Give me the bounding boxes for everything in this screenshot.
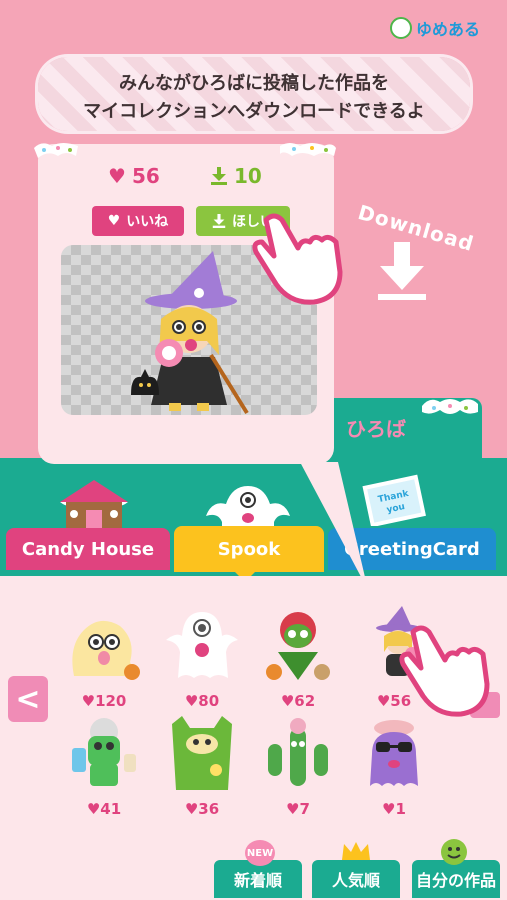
gallery-item[interactable]: ♥80: [154, 606, 250, 716]
like-count: 56: [131, 164, 160, 188]
download-count-stat: 10: [210, 164, 262, 188]
card-snow-left-decoration: [34, 143, 78, 158]
likes-count: 1: [395, 800, 406, 818]
gallery-likes: ♥120: [56, 692, 152, 710]
heart-icon: ♥: [382, 800, 396, 818]
heart-icon: ♥: [280, 692, 295, 710]
pointing-hand-icon: [399, 625, 490, 717]
heart-icon: ♥: [86, 800, 101, 818]
screen: ゆめある みんながひろばに投稿した作品を マイコレクションへダウンロードできるよ…: [0, 0, 507, 900]
likes-count: 41: [100, 800, 122, 818]
heart-icon: ♥: [376, 692, 391, 710]
white-ghost-icon: [166, 612, 238, 678]
green-cat-icon: [172, 716, 232, 790]
candy-house-art: [60, 480, 128, 534]
cactus-monster-icon: [268, 718, 328, 786]
download-arrow-icon: [378, 242, 426, 300]
gallery-item[interactable]: ♥62: [250, 606, 346, 716]
gallery-item[interactable]: ♥1: [346, 714, 442, 824]
info-banner-line-2: マイコレクションへダウンロードできるよ: [83, 101, 425, 122]
green-zombie-icon: [72, 718, 136, 786]
gallery-item[interactable]: ♥41: [56, 714, 152, 824]
gallery-likes: ♥80: [154, 692, 250, 710]
app-logo: ゆめある: [390, 16, 480, 40]
like-button-label: いいね: [126, 214, 169, 230]
gallery-item[interactable]: ♥36: [154, 714, 250, 824]
heart-icon: ♥: [184, 800, 199, 818]
likes-count: 120: [95, 692, 127, 710]
download-count: 10: [234, 164, 262, 188]
yellow-ghost-icon: [72, 620, 140, 680]
gallery-item[interactable]: ♥120: [56, 606, 152, 716]
info-banner: みんながひろばに投稿した作品を マイコレクションへダウンロードできるよ: [38, 57, 470, 131]
pointing-hand-icon: [252, 213, 343, 305]
chevron-left-icon: <: [15, 681, 41, 717]
crown-icon: [342, 842, 370, 860]
heart-icon: ♥: [184, 692, 199, 710]
tab-greeting-card[interactable]: GreetingCard: [328, 528, 496, 570]
card-snow-right-decoration: [280, 143, 336, 156]
gallery-item[interactable]: ♥7: [250, 714, 346, 824]
likes-count: 80: [198, 692, 220, 710]
smiley-icon: [441, 839, 467, 865]
gallery-likes: ♥1: [346, 800, 442, 818]
heart-icon: ♥: [81, 692, 96, 710]
gallery-likes: ♥41: [56, 800, 152, 818]
previous-page-button[interactable]: <: [8, 676, 48, 722]
purple-octopus-icon: [370, 720, 418, 786]
info-banner-line-1: みんながひろばに投稿した作品を: [119, 73, 389, 94]
gallery-likes: ♥7: [250, 800, 346, 818]
likes-count: 36: [198, 800, 220, 818]
download-icon: [211, 167, 227, 185]
plaza-snow-decoration: [422, 399, 478, 414]
like-button[interactable]: ♥ いいね: [92, 206, 184, 236]
heart-icon: ♥: [286, 800, 300, 818]
heart-icon: ♥: [107, 213, 121, 229]
logo-face-icon: [390, 17, 412, 39]
plaza-label: ひろば: [346, 417, 406, 441]
green-plant-monster-icon: [266, 612, 330, 680]
greeting-card-art: Thank you: [362, 474, 426, 526]
likes-count: 62: [294, 692, 316, 710]
gallery-likes: ♥36: [154, 800, 250, 818]
gallery-likes: ♥62: [250, 692, 346, 710]
logo-text: ゆめある: [416, 20, 481, 39]
tab-spook[interactable]: Spook: [174, 526, 324, 572]
new-badge: NEW: [245, 840, 275, 866]
sort-popular-button[interactable]: 人気順: [310, 858, 402, 900]
download-icon: [212, 214, 226, 228]
heart-icon: ♥: [108, 164, 126, 188]
likes-count: 7: [299, 800, 310, 818]
tab-candy-house[interactable]: Candy House: [6, 528, 170, 570]
like-count-stat: ♥ 56: [108, 164, 160, 188]
